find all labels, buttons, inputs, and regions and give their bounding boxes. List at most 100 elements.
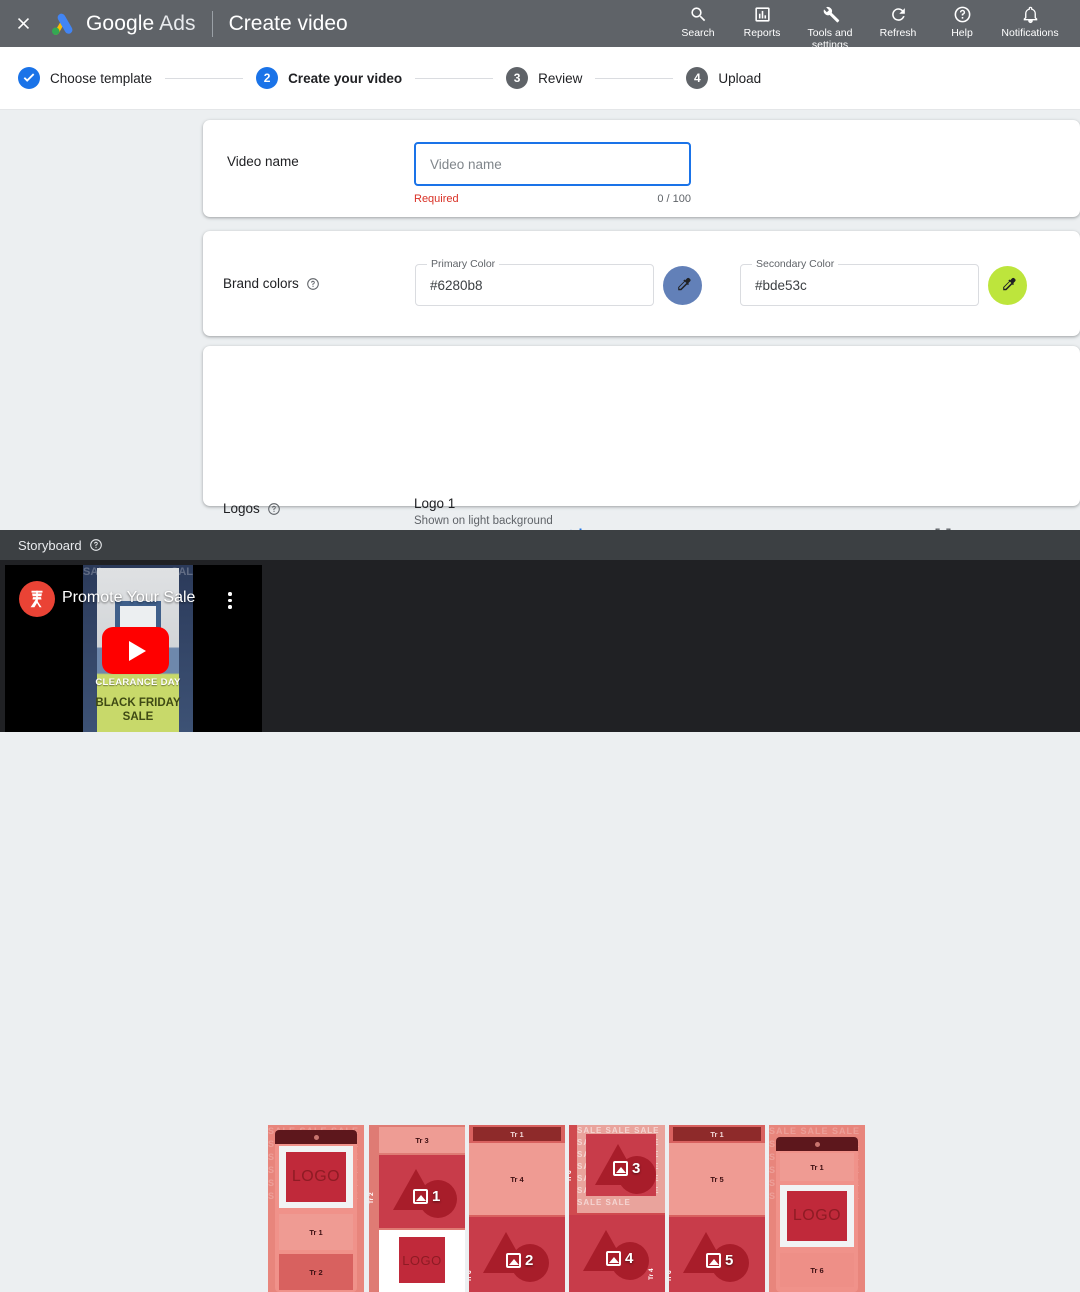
video-name-input[interactable]: Video name xyxy=(414,142,691,186)
video-preview-player[interactable]: SALESALESALESALE SALESALESALESALE CORNER… xyxy=(5,565,262,732)
video-preview-title: Promote Your Sale xyxy=(62,589,195,607)
step-choose-template[interactable]: Choose template xyxy=(18,67,152,89)
thumb-3-band-2: Tr 4 xyxy=(469,1143,565,1215)
brand-colors-label: Brand colors xyxy=(223,276,299,291)
step-connector-2 xyxy=(415,78,493,79)
thumb-2-image-badge: 1 xyxy=(413,1188,440,1205)
video-name-counter: 0 / 100 xyxy=(657,193,691,205)
thumb-3-band-1: Tr 1 xyxy=(473,1127,561,1141)
storyboard-thumb-1[interactable]: SALE SALE SALE SALE SALE SALE SALE SALE … xyxy=(268,1125,364,1292)
storyboard-label: Storyboard xyxy=(18,538,82,553)
secondary-color-group: Secondary Color #bde53c xyxy=(740,264,1027,306)
primary-color-input[interactable]: Primary Color #6280b8 xyxy=(415,264,654,306)
form-content-area: Video name Video name Required 0 / 100 B… xyxy=(0,110,1080,530)
video-name-required-text: Required xyxy=(414,193,459,205)
video-name-card: Video name Video name Required 0 / 100 xyxy=(203,120,1080,217)
preview-caption-line3: BLACK FRIDAY xyxy=(83,696,193,710)
thumb-4-sale-panel: SALE SALE SALE SALE SALE SALE SALE SALE … xyxy=(577,1125,665,1213)
help-icon[interactable] xyxy=(89,538,103,552)
eyedropper-icon xyxy=(674,276,692,294)
logo-1-info: Logo 1 Shown on light background xyxy=(414,496,553,527)
primary-color-value: #6280b8 xyxy=(430,278,483,293)
storyboard-header: Storyboard xyxy=(0,530,1080,560)
toolbar-label-help: Help xyxy=(951,27,973,39)
thumb-4-vertical-label-1: Tr 6 xyxy=(569,1170,573,1182)
storyboard-thumb-4[interactable]: SALE SALE SALE SALE SALE SALE SALE SALE … xyxy=(569,1125,665,1292)
close-button[interactable] xyxy=(0,0,46,47)
thumb-4-image-badge-2: 4 xyxy=(606,1250,633,1267)
primary-color-picker-button[interactable] xyxy=(663,266,702,305)
thumb-1-phone: LOGO Tr 1 Tr 2 xyxy=(275,1130,357,1292)
step-1-label: Choose template xyxy=(50,71,152,86)
thumb-5-shapes-panel: 5 Tr 6 xyxy=(669,1217,765,1292)
brand-ads-text: Ads xyxy=(159,12,196,35)
step-upload[interactable]: 4 Upload xyxy=(686,67,761,89)
brand-name: Google Ads xyxy=(86,12,196,36)
google-ads-logo-icon xyxy=(48,10,76,38)
thumb-2-vertical-label: Tr 2 xyxy=(369,1192,375,1204)
help-icon[interactable] xyxy=(306,277,320,291)
storyboard-thumb-6[interactable]: SALE SALE SALE SALE SALE SALE SALE SALE … xyxy=(769,1125,865,1292)
secondary-color-input[interactable]: Secondary Color #bde53c xyxy=(740,264,979,306)
top-toolbar: Search Reports Tools and settings Refres… xyxy=(666,0,1080,47)
thumb-6-logo-panel: LOGO xyxy=(780,1185,854,1247)
toolbar-item-refresh[interactable]: Refresh xyxy=(866,4,930,39)
toolbar-label-refresh: Refresh xyxy=(880,27,917,39)
step-create-your-video[interactable]: 2 Create your video xyxy=(256,67,402,89)
thumb-3-shapes-panel: 2 Tr 6 xyxy=(469,1217,565,1292)
step-4-indicator: 4 xyxy=(686,67,708,89)
thumb-5-band-1: Tr 1 xyxy=(673,1127,761,1141)
step-2-indicator: 2 xyxy=(256,67,278,89)
thumb-2-logo-panel: LOGO xyxy=(379,1230,465,1292)
help-icon[interactable] xyxy=(267,502,281,516)
wizard-stepper: Choose template 2 Create your video 3 Re… xyxy=(0,47,1080,110)
reports-icon xyxy=(753,4,772,24)
preview-kebab-menu[interactable] xyxy=(222,592,238,609)
help-icon xyxy=(953,4,972,24)
logos-label-group: Logos xyxy=(223,501,281,516)
thumb-6-band-2: Tr 6 xyxy=(780,1253,854,1287)
thumb-4-shapes-panel-bottom: 4 Tr 4 xyxy=(569,1215,665,1292)
toolbar-item-notifications[interactable]: Notifications xyxy=(994,4,1066,39)
image-icon xyxy=(413,1189,428,1204)
thumb-1-logo-panel: LOGO xyxy=(279,1146,353,1208)
toolbar-item-reports[interactable]: Reports xyxy=(730,4,794,39)
thumb-4-image-badge-1: 3 xyxy=(613,1160,640,1177)
brand-google-text: Google xyxy=(86,12,154,35)
preview-caption-line4: SALE xyxy=(83,710,193,724)
brand-logo-group[interactable]: Google Ads xyxy=(48,10,196,38)
thumb-3-vertical-label: Tr 6 xyxy=(469,1270,473,1282)
director-chair-icon xyxy=(26,588,48,610)
thumb-5-image-badge: 5 xyxy=(706,1252,733,1269)
youtube-play-icon xyxy=(129,641,146,661)
thumb-1-band-1: Tr 1 xyxy=(279,1214,353,1250)
header-divider xyxy=(212,11,213,37)
step-connector-3 xyxy=(595,78,673,79)
toolbar-label-search: Search xyxy=(681,27,714,39)
storyboard-thumb-2[interactable]: Tr 3 1 Tr 2 LOGO xyxy=(369,1125,465,1292)
primary-color-group: Primary Color #6280b8 xyxy=(415,264,702,306)
video-name-meta: Required 0 / 100 xyxy=(414,193,691,205)
thumb-2-band-1: Tr 3 xyxy=(379,1127,465,1153)
brand-colors-card: Brand colors Primary Color #6280b8 Secon… xyxy=(203,231,1080,336)
thumb-5-band-2: Tr 5 xyxy=(669,1143,765,1215)
step-2-label: Create your video xyxy=(288,71,402,86)
thumb-6-logo-box: LOGO xyxy=(787,1191,847,1241)
toolbar-item-search[interactable]: Search xyxy=(666,4,730,39)
thumb-4-badge-number-2: 4 xyxy=(625,1250,633,1267)
storyboard-thumb-5[interactable]: Tr 1 Tr 5 5 Tr 6 xyxy=(669,1125,765,1292)
image-icon xyxy=(506,1253,521,1268)
secondary-color-picker-button[interactable] xyxy=(988,266,1027,305)
kebab-dot xyxy=(228,605,232,609)
brand-colors-label-group: Brand colors xyxy=(223,276,320,291)
youtube-play-button[interactable] xyxy=(102,627,169,674)
storyboard-thumb-3[interactable]: Tr 1 Tr 4 2 Tr 6 xyxy=(469,1125,565,1292)
toolbar-item-tools-and-settings[interactable]: Tools and settings xyxy=(794,4,866,51)
bell-icon xyxy=(1021,4,1040,24)
step-review[interactable]: 3 Review xyxy=(506,67,582,89)
thumb-4-badge-number-1: 3 xyxy=(632,1160,640,1177)
toolbar-item-help[interactable]: Help xyxy=(930,4,994,39)
thumb-1-phone-top xyxy=(275,1130,357,1144)
thumb-3-image-badge: 2 xyxy=(506,1252,533,1269)
page-title: Create video xyxy=(229,12,348,36)
